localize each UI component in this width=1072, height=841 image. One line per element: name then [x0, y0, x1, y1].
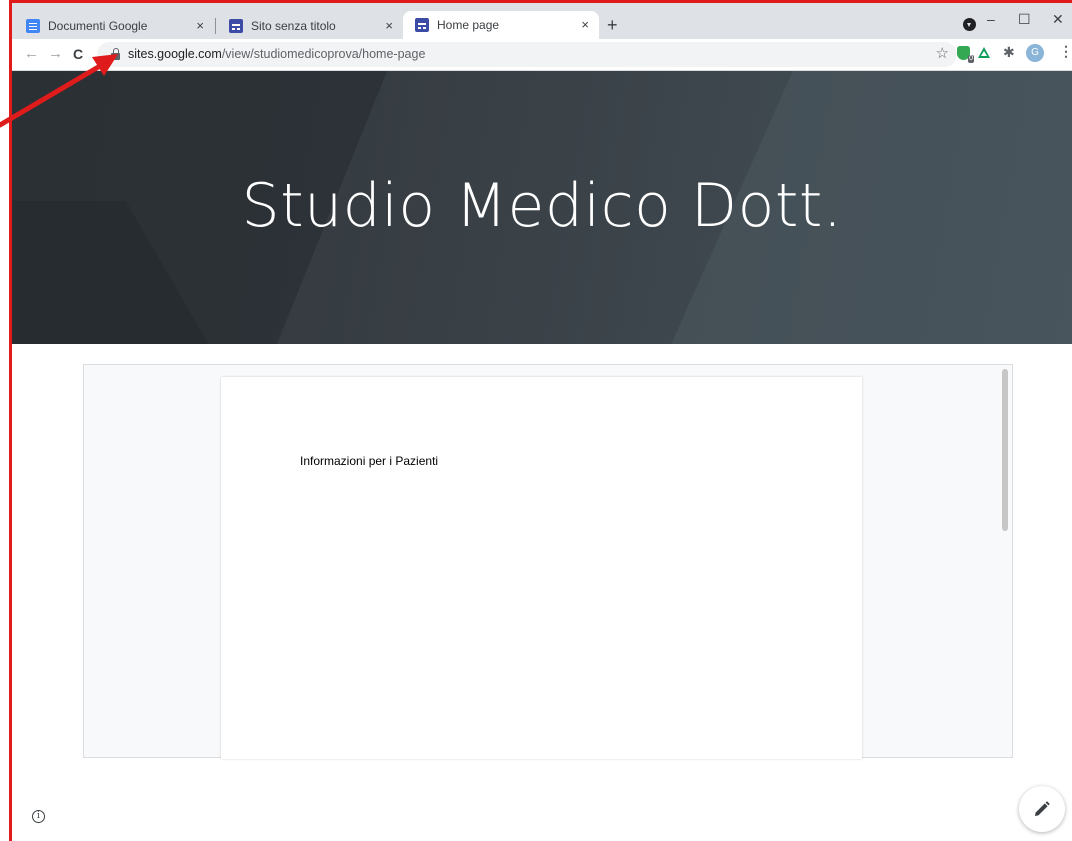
close-window-button[interactable]: ✕ — [1052, 11, 1064, 28]
shield-extension-icon[interactable] — [957, 46, 975, 63]
tab-sito-senza-titolo[interactable]: Sito senza titolo × — [217, 12, 403, 39]
site-header-banner: Studio Medico Dott. — [12, 71, 1072, 344]
profile-avatar[interactable]: G — [1026, 44, 1044, 62]
url-domain: sites.google.com — [128, 47, 222, 61]
menu-kebab-icon[interactable]: ⋮ — [1059, 43, 1072, 60]
google-sites-icon — [415, 18, 429, 32]
address-bar[interactable]: sites.google.com/view/studiomedicoprova/… — [97, 42, 957, 67]
google-drive-icon[interactable] — [978, 47, 990, 58]
url-text[interactable]: sites.google.com/view/studiomedicoprova/… — [128, 47, 425, 61]
scrollbar-thumb[interactable] — [1002, 369, 1008, 531]
tab-search-icon[interactable] — [963, 18, 976, 31]
bookmark-star-icon[interactable]: ☆ — [936, 44, 949, 62]
google-sites-icon — [229, 18, 243, 33]
maximize-button[interactable]: ☐ — [1018, 11, 1031, 28]
browser-toolbar: ← → C sites.google.com/view/studiomedico… — [12, 39, 1072, 71]
pencil-icon — [1035, 801, 1050, 816]
extensions-puzzle-icon[interactable]: ✱ — [1003, 44, 1015, 61]
url-path: /view/studiomedicoprova/home-page — [221, 47, 426, 61]
new-tab-button[interactable]: + — [607, 15, 618, 35]
embedded-doc-frame[interactable]: Informazioni per i Pazienti — [83, 364, 1013, 759]
minimize-button[interactable]: – — [987, 11, 995, 27]
close-icon[interactable]: × — [196, 16, 204, 36]
site-title: Studio Medico Dott. — [241, 171, 843, 241]
edit-button[interactable] — [1019, 786, 1065, 832]
browser-tab-strip: Documenti Google × Sito senza titolo × H… — [12, 3, 1072, 39]
close-icon[interactable]: × — [581, 15, 589, 35]
info-icon[interactable]: i — [32, 810, 45, 823]
tab-title: Home page — [437, 18, 500, 32]
tab-separator — [215, 18, 216, 34]
tab-documenti-google[interactable]: Documenti Google × — [14, 12, 214, 39]
doc-page: Informazioni per i Pazienti — [221, 377, 862, 759]
tab-title: Documenti Google — [48, 18, 148, 33]
google-docs-icon — [26, 18, 40, 33]
tab-home-page[interactable]: Home page × — [403, 11, 599, 39]
doc-heading: Informazioni per i Pazienti — [300, 454, 439, 468]
annotation-arrow-icon — [0, 54, 118, 128]
tab-title: Sito senza titolo — [251, 18, 336, 33]
close-icon[interactable]: × — [385, 16, 393, 36]
